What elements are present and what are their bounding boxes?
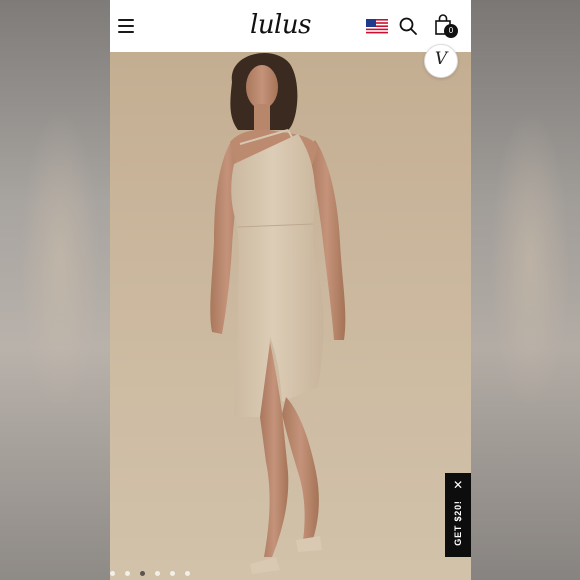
menu-icon[interactable] xyxy=(118,19,134,33)
promo-label[interactable]: GET $20! xyxy=(453,500,463,545)
us-flag-icon[interactable] xyxy=(366,19,388,34)
phone-screen: lulus 0 V ✕ GET $20! xyxy=(110,0,471,580)
carousel-dot-3[interactable] xyxy=(140,571,145,576)
carousel-dot-1[interactable] xyxy=(110,571,115,576)
carousel-dot-2[interactable] xyxy=(125,571,130,576)
search-icon[interactable] xyxy=(399,17,417,35)
wishlist-v-icon: V xyxy=(434,49,448,69)
cart-count-badge[interactable]: 0 xyxy=(444,24,458,38)
wishlist-heart-button[interactable]: V xyxy=(424,44,458,78)
lulus-logo[interactable]: lulus xyxy=(250,10,311,40)
carousel-dot-4[interactable] xyxy=(155,571,160,576)
carousel-dot-5[interactable] xyxy=(170,571,175,576)
top-navigation-bar: lulus 0 xyxy=(110,0,471,53)
blurred-backdrop-right xyxy=(471,0,580,580)
product-photo[interactable] xyxy=(110,52,471,580)
promo-tab[interactable]: ✕ GET $20! xyxy=(445,473,471,557)
blurred-backdrop-left xyxy=(0,0,110,580)
close-icon[interactable]: ✕ xyxy=(445,478,471,492)
carousel-dot-6[interactable] xyxy=(185,571,190,576)
